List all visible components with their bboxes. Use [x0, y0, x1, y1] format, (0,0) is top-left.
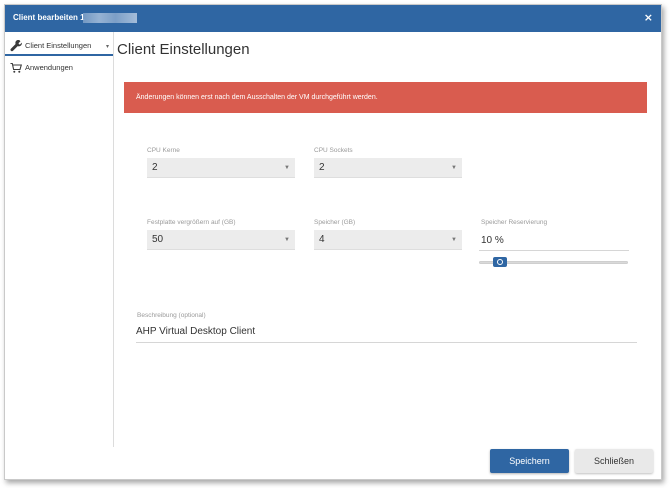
chevron-down-icon: ▼ — [284, 237, 290, 243]
memory-value: 4 — [319, 234, 325, 245]
eye-icon — [497, 259, 503, 265]
cpu-cores-value: 2 — [152, 162, 158, 173]
cpu-sockets-value: 2 — [319, 162, 325, 173]
memory-reservation-underline — [479, 250, 629, 251]
memory-reservation-label: Speicher Reservierung — [481, 219, 548, 226]
save-button[interactable]: Speichern — [490, 449, 569, 473]
memory-label: Speicher (GB) — [314, 219, 356, 226]
memory-select[interactable]: 4 ▼ — [314, 230, 462, 250]
close-button[interactable]: Schließen — [575, 449, 653, 473]
wrench-icon — [10, 40, 22, 52]
disk-select[interactable]: 50 ▼ — [147, 230, 295, 250]
redacted-client-name — [83, 13, 137, 23]
cpu-sockets-label: CPU Sockets — [314, 147, 353, 154]
dialog-title: Client bearbeiten 1 — [13, 13, 85, 22]
description-input[interactable]: AHP Virtual Desktop Client — [136, 326, 255, 337]
sidebar: Client Einstellungen ▾ Anwendungen — [5, 32, 114, 447]
disk-value: 50 — [152, 234, 164, 245]
cpu-cores-label: CPU Kerne — [147, 147, 180, 154]
page-title: Client Einstellungen — [117, 41, 250, 58]
chevron-down-icon: ▾ — [105, 44, 109, 50]
sidebar-item-applications[interactable]: Anwendungen — [5, 58, 113, 78]
description-label: Beschreibung (optional) — [137, 312, 206, 319]
chevron-down-icon: ▼ — [451, 165, 457, 171]
close-icon[interactable]: × — [644, 11, 653, 24]
dialog-titlebar: Client bearbeiten 1 × — [5, 5, 661, 32]
alert-banner: Änderungen können erst nach dem Ausschal… — [124, 82, 647, 113]
chevron-down-icon: ▼ — [284, 165, 290, 171]
description-underline — [136, 342, 637, 343]
sidebar-item-label: Anwendungen — [25, 63, 73, 72]
memory-reservation-slider-handle[interactable] — [493, 257, 507, 267]
cpu-cores-select[interactable]: 2 ▼ — [147, 158, 295, 178]
sidebar-item-label: Client Einstellungen — [25, 41, 92, 50]
cpu-sockets-select[interactable]: 2 ▼ — [314, 158, 462, 178]
disk-label: Festplatte vergrößern auf (GB) — [147, 219, 236, 226]
memory-reservation-value: 10 % — [481, 235, 504, 246]
sidebar-item-client-settings[interactable]: Client Einstellungen ▾ — [5, 36, 113, 56]
cart-icon — [10, 62, 22, 73]
chevron-down-icon: ▼ — [451, 237, 457, 243]
